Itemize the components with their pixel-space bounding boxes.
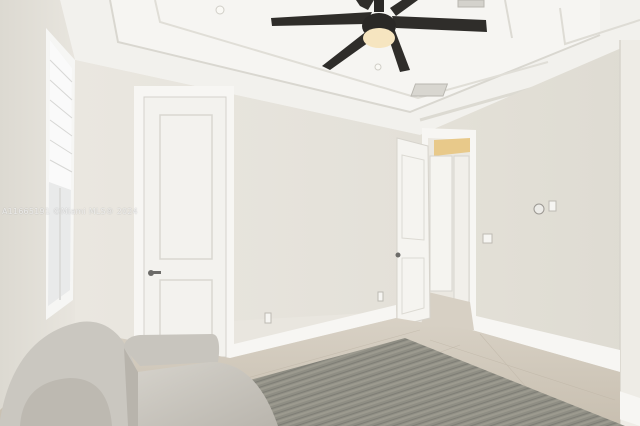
room-photo: A11665191 ©Miami MLS® 2024 bbox=[0, 0, 640, 426]
air-vent bbox=[410, 83, 449, 97]
hallway-door bbox=[429, 155, 453, 292]
light-switch[interactable] bbox=[548, 200, 557, 212]
recessed-light bbox=[374, 63, 382, 71]
air-vent bbox=[457, 0, 485, 8]
light-switch[interactable] bbox=[482, 233, 493, 244]
wall-column bbox=[620, 40, 640, 426]
recessed-light bbox=[215, 5, 225, 15]
wall-outlet bbox=[264, 312, 272, 324]
wall-outlet bbox=[377, 291, 384, 302]
door-handle[interactable] bbox=[395, 252, 401, 258]
fan-light bbox=[363, 28, 395, 48]
photo-watermark: A11665191 ©Miami MLS® 2024 bbox=[2, 207, 138, 216]
bedroom-door[interactable] bbox=[143, 96, 227, 358]
thermostat[interactable] bbox=[533, 203, 545, 215]
